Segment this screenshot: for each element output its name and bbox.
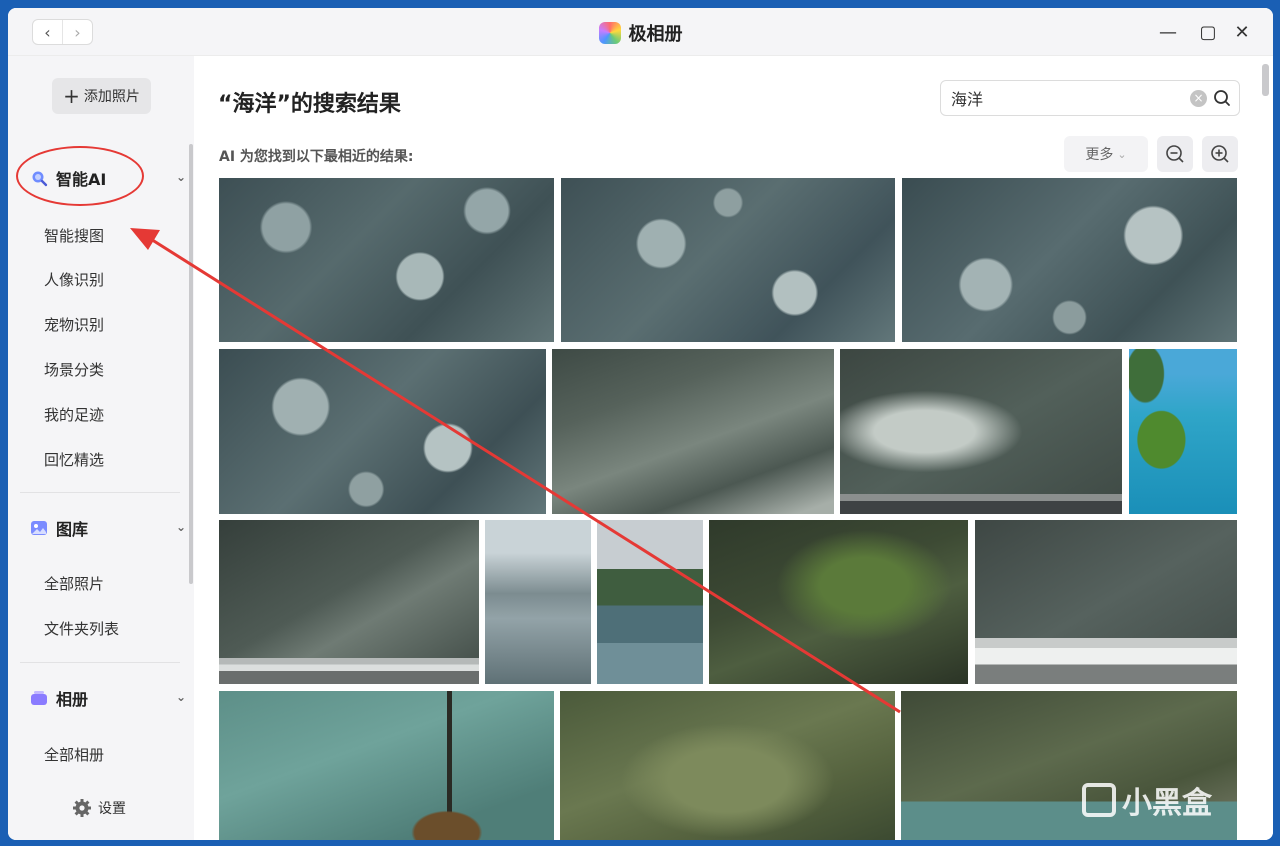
sidebar-item-pet-recognition[interactable]: 宠物识别 (44, 313, 104, 337)
sidebar-scrollbar[interactable] (189, 144, 193, 584)
maximize-icon: ▢ (1199, 21, 1217, 43)
divider (20, 492, 180, 493)
photo-thumbnail[interactable] (709, 520, 968, 684)
content-scrollbar[interactable] (1262, 64, 1269, 96)
close-button[interactable]: ✕ (1230, 20, 1254, 44)
photo-thumbnail[interactable] (975, 520, 1237, 684)
chevron-down-icon[interactable]: ⌄ (176, 520, 186, 534)
zoom-out-icon (1166, 145, 1184, 163)
add-photo-label: 添加照片 (83, 89, 140, 105)
app-logo-icon (598, 22, 621, 44)
sidebar-item-all-albums[interactable]: 全部相册 (44, 743, 104, 767)
settings-button[interactable]: 设置 (72, 798, 126, 818)
photo-thumbnail[interactable] (219, 178, 554, 342)
section-label: 相册 (56, 690, 89, 709)
app-window: ‹ › 极相册 — ▢ ✕ + 添加照片 智能AI ⌄ 智能搜图 人像识别 宠物… (8, 8, 1273, 840)
search-input[interactable] (951, 87, 1171, 109)
photo-thumbnail[interactable] (485, 520, 591, 684)
photo-thumbnail[interactable] (561, 178, 895, 342)
clear-icon[interactable]: × (1190, 90, 1207, 107)
section-albums[interactable]: 相册 ⌄ (30, 682, 190, 714)
chevron-down-icon[interactable]: ⌄ (176, 690, 186, 704)
search-icon[interactable] (1213, 89, 1231, 107)
zoom-in-icon (1211, 145, 1229, 163)
results-subtitle: AI 为您找到以下最相近的结果: (219, 149, 414, 165)
more-button[interactable]: 更多 ⌄ (1064, 136, 1148, 172)
zoom-out-button[interactable] (1157, 136, 1193, 172)
photo-thumbnail[interactable] (597, 520, 703, 684)
divider (20, 662, 180, 663)
add-photo-button[interactable]: + 添加照片 (52, 78, 151, 114)
sidebar-item-face-recognition[interactable]: 人像识别 (44, 268, 104, 292)
plus-icon: + (63, 84, 80, 108)
chevron-down-icon: ⌄ (1117, 147, 1127, 161)
photo-thumbnail[interactable] (219, 520, 479, 684)
sidebar-item-scene-classification[interactable]: 场景分类 (44, 358, 104, 382)
zoom-in-button[interactable] (1202, 136, 1238, 172)
photo-thumbnail[interactable] (552, 349, 834, 514)
photo-thumbnail[interactable] (219, 349, 546, 514)
title-bar: ‹ › 极相册 — ▢ ✕ (8, 8, 1273, 56)
photo-thumbnail[interactable] (560, 691, 895, 840)
search-box: × (940, 80, 1240, 116)
sidebar-item-memories[interactable]: 回忆精选 (44, 448, 104, 472)
minimize-button[interactable]: — (1156, 20, 1180, 44)
settings-label: 设置 (98, 801, 126, 817)
photo-thumbnail[interactable] (840, 349, 1122, 514)
album-icon (31, 691, 47, 705)
maximize-button[interactable]: ▢ (1196, 20, 1220, 44)
image-icon (31, 521, 47, 535)
sidebar-item-folder-list[interactable]: 文件夹列表 (44, 617, 119, 641)
window-title: 极相册 (8, 20, 1273, 46)
watermark-logo-icon (1082, 783, 1116, 817)
close-icon: ✕ (1234, 21, 1250, 43)
chevron-down-icon[interactable]: ⌄ (176, 170, 186, 184)
section-gallery[interactable]: 图库 ⌄ (30, 512, 190, 544)
main-content: “海洋”的搜索结果 × AI 为您找到以下最相近的结果: 更多 ⌄ (194, 56, 1273, 840)
app-name: 极相册 (628, 24, 683, 45)
section-label: 图库 (56, 520, 89, 539)
sidebar: + 添加照片 智能AI ⌄ 智能搜图 人像识别 宠物识别 场景分类 我的足迹 回… (8, 56, 194, 840)
watermark-text: 小黑盒 (1122, 786, 1212, 821)
photo-thumbnail[interactable] (902, 178, 1237, 342)
photo-thumbnail[interactable] (1129, 349, 1237, 514)
sidebar-item-smart-search[interactable]: 智能搜图 (44, 224, 104, 248)
sidebar-item-my-footprints[interactable]: 我的足迹 (44, 403, 104, 427)
photo-thumbnail[interactable] (219, 691, 554, 840)
sidebar-item-all-photos[interactable]: 全部照片 (44, 572, 104, 596)
gear-icon (73, 799, 91, 817)
minimize-icon: — (1159, 21, 1177, 43)
annotation-circle (16, 146, 144, 206)
more-label: 更多 (1085, 147, 1114, 163)
watermark: 小黑盒 (1082, 778, 1212, 822)
page-title: “海洋”的搜索结果 (218, 92, 401, 117)
